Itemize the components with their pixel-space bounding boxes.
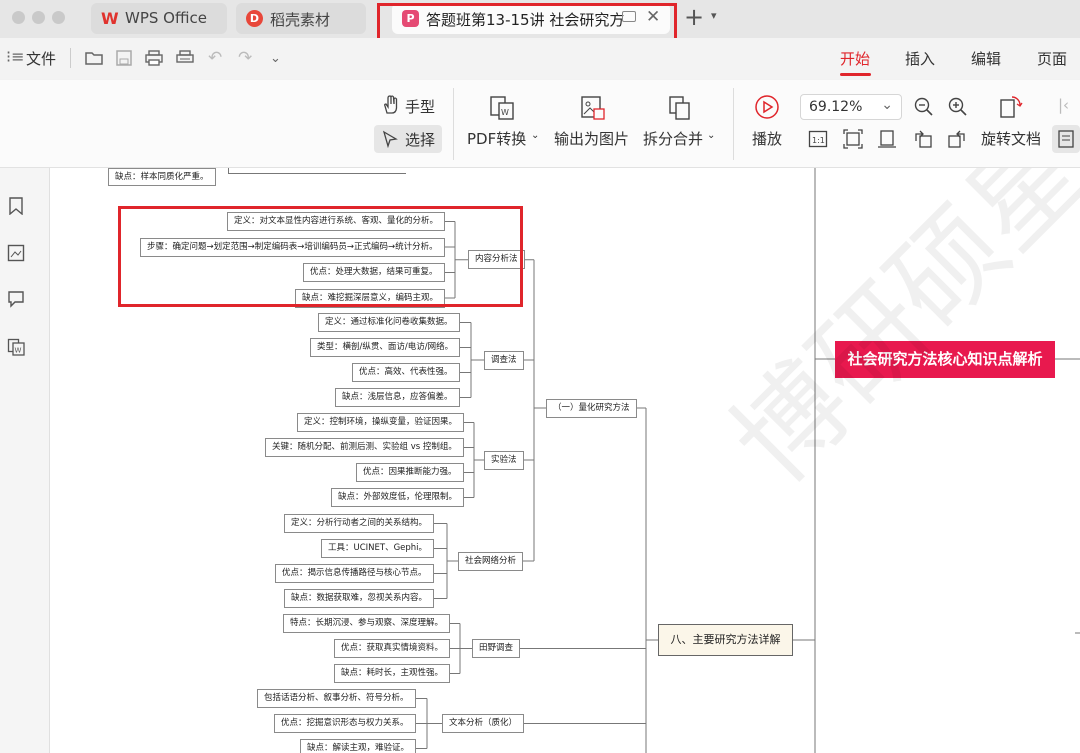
zoom-select[interactable]: 69.12% ⌄ xyxy=(800,94,902,120)
svg-text:W: W xyxy=(15,347,22,355)
left-sidebar: W xyxy=(0,168,50,753)
tab-insert[interactable]: 插入 xyxy=(905,48,935,69)
chevron-down-icon[interactable]: ▾ xyxy=(711,9,717,22)
split-merge-icon xyxy=(669,96,690,120)
mindmap-leaf-node[interactable]: 缺点：样本同质化严重。 xyxy=(108,168,216,186)
mindmap-leaf-node[interactable]: 特点：长期沉浸、参与观察、深度理解。 xyxy=(283,614,451,633)
quant-methods-node[interactable]: （一）量化研究方法 xyxy=(546,399,637,418)
highlight-box xyxy=(377,3,677,43)
print-icon[interactable] xyxy=(145,50,163,66)
chevron-down-icon[interactable]: ⌄ xyxy=(270,50,281,67)
menu-bar: ⁝≡ 文件 ↶ ↷ ⌄ 开始 插入 编辑 页面 xyxy=(0,38,1080,80)
mindmap-leaf-node[interactable]: 定义：控制环境，操纵变量，验证因果。 xyxy=(297,413,465,432)
svg-text:1:1: 1:1 xyxy=(812,136,825,145)
page-view-button[interactable] xyxy=(1052,125,1080,153)
document-canvas[interactable]: 缺点：样本同质化严重。 定义：对文本显性内容进行系统、客观、量化的分析。 步骤：确… xyxy=(50,168,1080,753)
window-close-button[interactable] xyxy=(12,11,25,24)
window-zoom-button[interactable] xyxy=(52,11,65,24)
chevron-down-icon: ⌄ xyxy=(707,130,716,141)
mindmap-leaf-node[interactable]: 缺点：数据获取难，忽视关系内容。 xyxy=(284,589,435,608)
tab-label: WPS Office xyxy=(125,9,207,27)
chevron-down-icon: ⌄ xyxy=(531,130,540,141)
mindmap-leaf-node[interactable]: 工具：UCINET、Gephi。 xyxy=(321,539,435,558)
tab-wps-office[interactable]: W WPS Office xyxy=(91,3,227,34)
mindmap-connector xyxy=(228,168,406,174)
wps-logo-icon: W xyxy=(101,9,119,28)
print-preview-icon[interactable] xyxy=(176,50,194,66)
first-page-icon[interactable]: |‹ xyxy=(1058,96,1069,114)
rotate-left-icon[interactable] xyxy=(913,129,933,149)
mindmap-leaf-node[interactable]: 缺点：外部效度低，伦理限制。 xyxy=(331,488,465,507)
export-image-icon xyxy=(581,96,605,120)
zoom-in-icon[interactable] xyxy=(948,97,968,117)
rotate-document-button[interactable]: 旋转文档 xyxy=(981,128,1041,149)
tab-page[interactable]: 页面 xyxy=(1037,48,1067,69)
hand-tool-button[interactable]: 手型 xyxy=(405,96,435,117)
file-menu[interactable]: 文件 xyxy=(26,48,56,69)
comment-icon[interactable] xyxy=(7,290,25,308)
export-image-button[interactable]: 输出为图片 xyxy=(554,128,629,149)
svg-text:W: W xyxy=(501,108,509,117)
section-node[interactable]: 八、主要研究方法详解 xyxy=(658,624,793,656)
tab-bar: W WPS Office D 稻壳素材 P 答题班第13-15讲 社会研究方 ✕… xyxy=(0,0,1080,43)
thumbnail-icon[interactable] xyxy=(7,244,25,262)
mindmap-category-node[interactable]: 社会网络分析 xyxy=(458,551,524,571)
fit-width-icon[interactable] xyxy=(877,129,897,149)
tab-edit[interactable]: 编辑 xyxy=(971,48,1001,69)
mindmap-leaf-node[interactable]: 包括话语分析、叙事分析、符号分析。 xyxy=(257,689,416,708)
mindmap-leaf-node[interactable]: 定义：通过标准化问卷收集数据。 xyxy=(318,313,460,332)
window-minimize-button[interactable] xyxy=(32,11,45,24)
cursor-icon xyxy=(382,130,398,148)
undo-icon[interactable]: ↶ xyxy=(208,50,222,67)
actual-size-icon[interactable]: 1:1 xyxy=(808,129,828,149)
mindmap-leaf-node[interactable]: 优点：因果推断能力强。 xyxy=(356,463,464,482)
tab-start[interactable]: 开始 xyxy=(840,48,870,69)
zoom-value: 69.12% xyxy=(809,99,863,115)
mindmap-leaf-node[interactable]: 类型：横剖/纵贯、面访/电访/网络。 xyxy=(310,338,461,357)
mindmap-leaf-node[interactable]: 优点：高效、代表性强。 xyxy=(352,363,460,382)
mindmap-leaf-node[interactable]: 缺点：浅层信息，应答偏差。 xyxy=(335,388,460,407)
mindmap-leaf-node[interactable]: 缺点：解读主观，难验证。 xyxy=(300,739,417,753)
mindmap-category-node[interactable]: 实验法 xyxy=(484,450,524,470)
fit-page-icon[interactable] xyxy=(843,129,863,149)
page-icon xyxy=(1058,130,1074,148)
save-icon[interactable] xyxy=(115,50,133,66)
hamburger-icon[interactable]: ⁝≡ xyxy=(6,48,25,65)
mindmap-leaf-node[interactable]: 定义：分析行动者之间的关系结构。 xyxy=(284,514,435,533)
mindmap-leaf-node[interactable]: 关键：随机分配、前测后测、实验组 vs 控制组。 xyxy=(265,438,464,457)
divider xyxy=(70,48,71,68)
pdf-convert-button[interactable]: PDF转换 xyxy=(467,128,526,149)
mindmap-leaf-node[interactable]: 优点：揭示信息传播路径与核心节点。 xyxy=(275,564,434,583)
split-merge-button[interactable]: 拆分合并 xyxy=(643,128,703,149)
pdf-to-word-icon[interactable]: W xyxy=(7,338,25,356)
redo-icon[interactable]: ↷ xyxy=(238,50,252,67)
pdf-convert-icon: W xyxy=(490,96,514,120)
mindmap-leaf-node[interactable]: 优点：获取真实情境资料。 xyxy=(334,639,451,658)
hand-icon xyxy=(384,95,398,114)
mindmap-category-node[interactable]: 田野调查 xyxy=(472,639,521,658)
tab-label: 稻壳素材 xyxy=(270,11,331,29)
open-folder-icon[interactable] xyxy=(85,50,103,66)
play-icon xyxy=(755,95,779,119)
mindmap-category-node[interactable]: 文本分析（质化） xyxy=(442,714,525,733)
mindmap-leaf-node[interactable]: 优点：挖掘意识形态与权力关系。 xyxy=(274,714,416,733)
tab-daoke[interactable]: D 稻壳素材 xyxy=(236,3,366,34)
chevron-down-icon: ⌄ xyxy=(881,97,893,113)
rotate-document-icon xyxy=(1000,96,1023,118)
mindmap-leaf-node[interactable]: 缺点：耗时长，主观性强。 xyxy=(334,664,451,683)
ribbon-toolbar: 手型 选择 W PDF转换 ⌄ 输出为图片 拆分合并 ⌄ 播放 69.12% ⌄… xyxy=(0,80,1080,168)
new-tab-button[interactable]: + xyxy=(684,3,704,31)
zoom-out-icon[interactable] xyxy=(914,97,934,117)
active-tab-indicator xyxy=(840,73,871,76)
divider xyxy=(733,88,734,160)
play-button[interactable]: 播放 xyxy=(752,128,782,149)
daoke-logo-icon: D xyxy=(246,10,263,27)
divider xyxy=(453,88,454,160)
highlight-box xyxy=(118,206,523,307)
bookmark-icon[interactable] xyxy=(7,197,25,215)
mindmap-category-node[interactable]: 调查法 xyxy=(484,350,524,370)
rotate-right-icon[interactable] xyxy=(947,129,967,149)
select-tool-label: 选择 xyxy=(405,131,436,149)
